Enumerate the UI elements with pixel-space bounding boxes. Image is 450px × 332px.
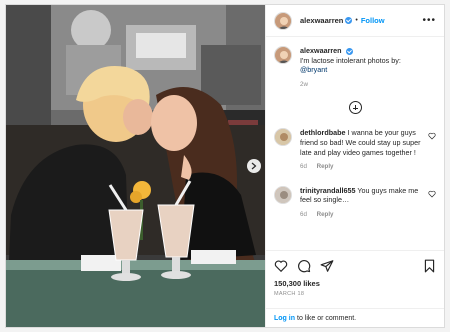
bookmark-icon[interactable] [423, 259, 436, 273]
heart-icon[interactable] [428, 132, 436, 140]
verified-badge-icon [345, 47, 353, 55]
caption-text: I'm lactose intolerant photos by: [300, 55, 401, 65]
post-date: MARCH 18 [274, 291, 305, 297]
caption-body: alexwaarren I'm lactose intolerant photo… [300, 46, 401, 89]
avatar[interactable] [274, 46, 292, 64]
follow-button[interactable]: Follow [361, 16, 385, 25]
photo-image [6, 5, 265, 327]
more-options-icon[interactable]: ••• [422, 15, 436, 26]
next-photo-button[interactable] [247, 159, 261, 173]
comments-section: alexwaarren I'm lactose intolerant photo… [266, 38, 444, 250]
comment-meta: 6d Reply [300, 162, 428, 172]
avatar[interactable] [274, 185, 292, 204]
comment-username[interactable]: trinityrandall655 [300, 186, 356, 195]
caption-mention-link[interactable]: @bryant [300, 65, 401, 75]
list-item: trinityrandall655 You guys make me feel … [274, 185, 436, 220]
post-actions: 150,300 likes MARCH 18 [266, 250, 444, 308]
login-prompt-text: to like or comment. [297, 314, 357, 322]
share-icon[interactable] [320, 259, 334, 273]
heart-icon[interactable] [428, 190, 436, 198]
heart-icon[interactable] [274, 259, 288, 273]
comment-body: trinityrandall655 You guys make me feel … [300, 186, 428, 220]
comment-time[interactable]: 6d [300, 211, 307, 218]
comment-icon[interactable] [297, 259, 311, 273]
verified-badge-icon [345, 17, 353, 24]
caption: alexwaarren I'm lactose intolerant photo… [274, 46, 436, 89]
caption-time[interactable]: 2w [300, 80, 401, 90]
reply-button[interactable]: Reply [317, 163, 334, 170]
instagram-post-modal: alexwaarren • Follow ••• alexwaarren I'm… [5, 4, 445, 328]
post-header: alexwaarren • Follow ••• [266, 5, 444, 37]
load-more-comments-icon[interactable] [348, 101, 362, 115]
comment-meta: 6d Reply [300, 210, 428, 220]
action-icons [274, 257, 436, 275]
caption-username[interactable]: alexwaarren [300, 46, 342, 55]
reply-button[interactable]: Reply [317, 211, 334, 218]
comment-body: dethlordbabe I wanna be your guys friend… [300, 128, 428, 171]
page-background: alexwaarren • Follow ••• alexwaarren I'm… [0, 0, 450, 332]
post-username[interactable]: alexwaarren [300, 16, 343, 25]
likes-count[interactable]: 150,300 likes [274, 279, 436, 288]
chevron-right-icon [251, 162, 257, 170]
comment-username[interactable]: dethlordbabe [300, 128, 346, 137]
avatar[interactable] [274, 128, 292, 147]
post-photo [6, 5, 265, 327]
separator-dot: • [355, 17, 358, 24]
avatar[interactable] [274, 11, 292, 30]
login-prompt: Log in to like or comment. [266, 308, 444, 327]
login-link[interactable]: Log in [274, 315, 295, 322]
comment-time[interactable]: 6d [300, 163, 307, 170]
load-more-comments[interactable] [274, 101, 436, 115]
post-details-panel: alexwaarren • Follow ••• alexwaarren I'm… [265, 5, 444, 327]
list-item: dethlordbabe I wanna be your guys friend… [274, 128, 436, 171]
